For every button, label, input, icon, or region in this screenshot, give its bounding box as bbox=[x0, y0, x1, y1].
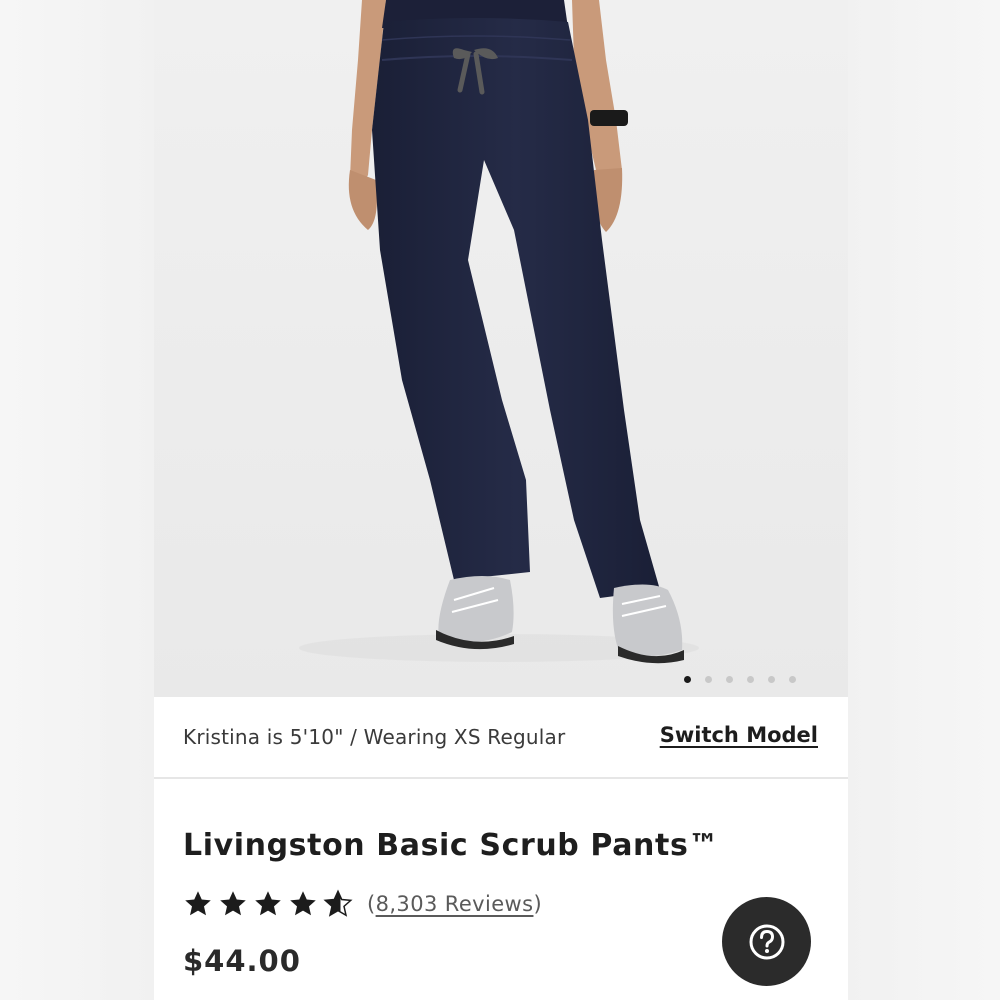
product-card: Kristina is 5'10" / Wearing XS Regular S… bbox=[154, 0, 848, 1000]
help-button[interactable] bbox=[722, 897, 811, 986]
carousel-dot-6[interactable] bbox=[789, 675, 796, 683]
switch-model-link[interactable]: Switch Model bbox=[660, 723, 818, 747]
carousel-dot-4[interactable] bbox=[747, 675, 754, 683]
star-full-icon bbox=[255, 891, 281, 916]
product-price: $44.00 bbox=[183, 944, 301, 978]
model-info-text: Kristina is 5'10" / Wearing XS Regular bbox=[183, 725, 566, 749]
reviews-paren-close: ) bbox=[533, 892, 543, 916]
page-margin-right bbox=[846, 0, 1000, 1000]
reviews-link[interactable]: (8,303 Reviews) bbox=[367, 892, 542, 916]
product-image[interactable] bbox=[154, 0, 848, 697]
product-photo-illustration bbox=[154, 0, 848, 697]
reviews-paren-open: ( bbox=[367, 892, 376, 916]
star-half-icon bbox=[323, 889, 353, 917]
rating-row: (8,303 Reviews) bbox=[183, 886, 542, 922]
carousel-dot-2[interactable] bbox=[705, 675, 712, 683]
carousel-dot-1[interactable] bbox=[684, 675, 691, 683]
star-full-icon bbox=[185, 891, 211, 916]
carousel-dot-3[interactable] bbox=[726, 675, 733, 683]
star-full-icon bbox=[220, 891, 246, 916]
page-margin-left bbox=[0, 0, 154, 1000]
star-rating bbox=[183, 889, 353, 919]
model-info-row: Kristina is 5'10" / Wearing XS Regular S… bbox=[154, 697, 848, 779]
question-circle-icon bbox=[749, 924, 784, 959]
star-full-icon bbox=[290, 891, 316, 916]
product-title: Livingston Basic Scrub Pants™ bbox=[183, 828, 719, 863]
carousel-dot-5[interactable] bbox=[768, 675, 775, 683]
carousel-dots bbox=[684, 674, 796, 684]
reviews-count[interactable]: 8,303 Reviews bbox=[376, 892, 534, 916]
